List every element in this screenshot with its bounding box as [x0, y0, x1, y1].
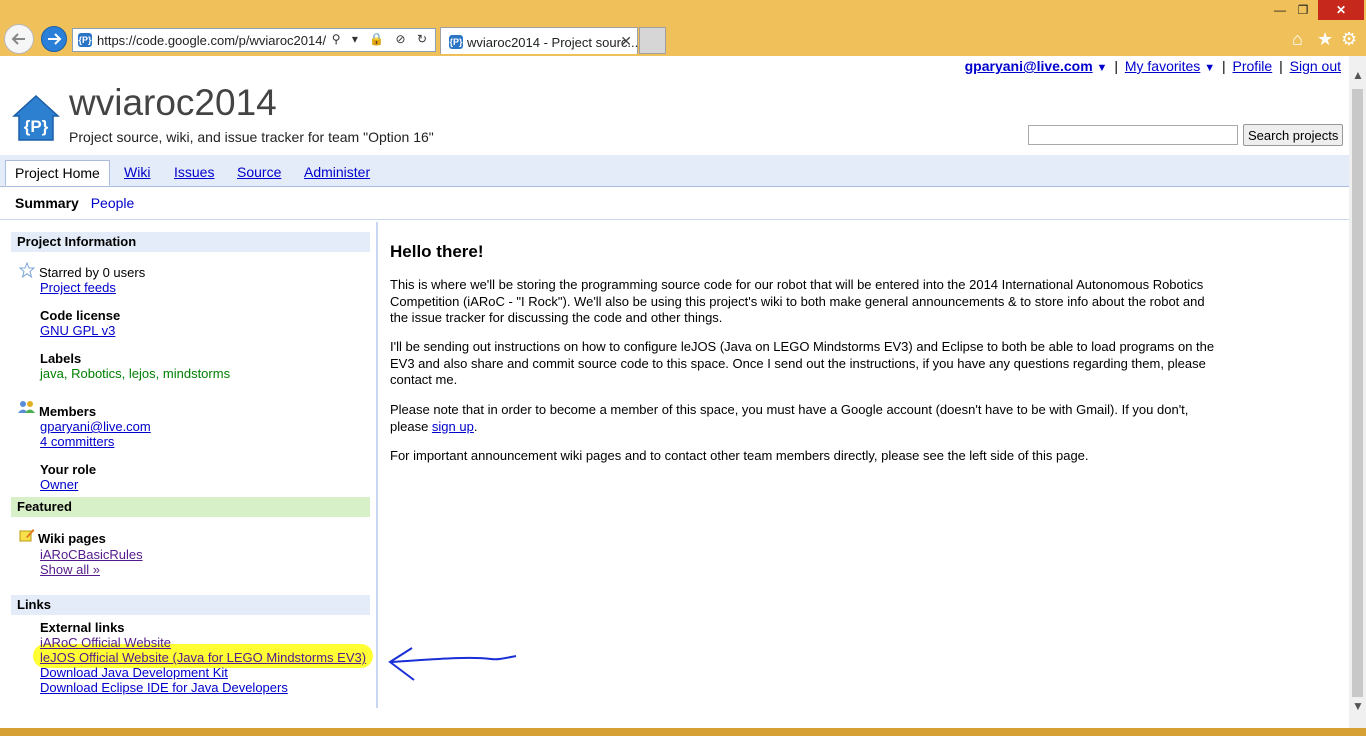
new-tab-button[interactable] — [639, 27, 666, 54]
membership-text: Please note that in order to become a me… — [390, 402, 1189, 434]
address-url[interactable]: https://code.google.com/p/wviaroc2014/ — [97, 33, 326, 48]
external-link-jdk[interactable]: Download Java Development Kit — [40, 665, 228, 680]
scrollbar-thumb[interactable] — [1352, 89, 1363, 697]
wiki-pencil-icon — [19, 529, 35, 542]
tab-project-home[interactable]: Project Home — [5, 160, 110, 186]
committers-link[interactable]: 4 committers — [40, 434, 114, 449]
labels-title: Labels — [40, 351, 82, 366]
wiki-pages-title: Wiki pages — [38, 531, 106, 546]
window-minimize-button[interactable]: — — [1270, 0, 1290, 20]
external-links-title: External links — [40, 620, 125, 635]
browser-tab-title: wviaroc2014 - Project sourc... — [467, 35, 639, 50]
featured-header: Featured — [11, 497, 370, 517]
project-summary: Project source, wiki, and issue tracker … — [69, 129, 434, 145]
browser-toolbar: {P} https://code.google.com/p/wviaroc201… — [0, 0, 1366, 56]
project-tab-bar: Project Home Wiki Issues Source Administ… — [0, 155, 1349, 187]
label-lejos[interactable]: lejos — [129, 366, 156, 381]
subnav-people[interactable]: People — [91, 195, 135, 211]
role-link[interactable]: Owner — [40, 477, 78, 492]
content-heading: Hello there! — [390, 242, 484, 261]
external-link-eclipse[interactable]: Download Eclipse IDE for Java Developers — [40, 680, 288, 695]
separator: | — [1279, 58, 1283, 74]
sign-out-link[interactable]: Sign out — [1290, 58, 1341, 74]
user-menu-caret-icon[interactable]: ▼ — [1097, 62, 1108, 74]
intro-paragraph: This is where we'll be storing the progr… — [390, 277, 1205, 325]
project-logo-icon[interactable]: {P} — [12, 94, 60, 142]
favorites-caret-icon[interactable]: ▼ — [1204, 62, 1215, 74]
tab-close-icon[interactable]: ✕ — [620, 33, 632, 50]
sidebar-divider — [376, 222, 378, 708]
star-outline-icon[interactable] — [19, 262, 35, 278]
starred-count: Starred by 0 users — [39, 265, 146, 280]
profile-link[interactable]: Profile — [1233, 58, 1273, 74]
your-role-title: Your role — [40, 462, 97, 477]
scroll-up-icon[interactable]: ▲ — [1352, 68, 1364, 82]
logo-text: {P} — [24, 117, 49, 136]
star-icon[interactable]: ★ — [1317, 29, 1333, 50]
page-scrollbar[interactable]: ▲ ▼ — [1349, 56, 1366, 728]
external-link-iaroc[interactable]: iARoC Official Website — [40, 635, 171, 650]
web-page: gparyani@live.com ▼ | My favorites ▼ | P… — [0, 56, 1349, 728]
back-arrow-icon — [11, 33, 25, 45]
browser-tab-active[interactable]: {P} wviaroc2014 - Project sourc... ✕ — [440, 27, 638, 54]
member-email-link[interactable]: gparyani@live.com — [40, 419, 151, 434]
search-projects-button[interactable]: Search projects — [1243, 124, 1344, 146]
sub-navigation: Summary People — [15, 195, 134, 211]
window-restore-button[interactable]: ❐ — [1293, 0, 1313, 20]
divider — [0, 219, 1349, 220]
members-title: Members — [39, 404, 97, 419]
tab-source[interactable]: Source — [237, 164, 281, 180]
wiki-page-link[interactable]: iARoCBasicRules — [40, 547, 143, 562]
user-email-link[interactable]: gparyani@live.com — [965, 58, 1093, 74]
address-bar[interactable]: {P} https://code.google.com/p/wviaroc201… — [72, 28, 436, 52]
label-separator: , — [155, 366, 163, 381]
membership-paragraph: Please note that in order to become a me… — [390, 402, 1226, 435]
address-tools-icons[interactable]: ⚲ ▾ 🔒 ⊘ ↻ — [332, 32, 431, 46]
window-close-button[interactable]: ✕ — [1318, 0, 1364, 20]
separator: | — [1221, 58, 1226, 74]
announcement-paragraph: For important announcement wiki pages an… — [390, 448, 1089, 463]
taskbar — [0, 728, 1366, 736]
project-information-header: Project Information — [11, 232, 370, 252]
tab-administer[interactable]: Administer — [304, 164, 370, 180]
tab-wiki[interactable]: Wiki — [124, 164, 150, 180]
membership-text-end: . — [473, 418, 478, 434]
scroll-down-icon[interactable]: ▼ — [1352, 699, 1364, 713]
label-java[interactable]: java — [40, 366, 64, 381]
user-bar: gparyani@live.com ▼ | My favorites ▼ | P… — [965, 58, 1341, 74]
project-feeds-link[interactable]: Project feeds — [40, 280, 116, 295]
code-license-title: Code license — [40, 308, 121, 323]
separator: | — [1114, 58, 1118, 74]
show-all-link[interactable]: Show all » — [40, 562, 100, 577]
project-name: wviaroc2014 — [69, 82, 277, 123]
site-favicon-icon: {P} — [78, 33, 92, 47]
members-icon — [18, 401, 35, 413]
labels-list: java, Robotics, lejos, mindstorms — [40, 366, 230, 381]
label-robotics[interactable]: Robotics — [71, 366, 122, 381]
search-projects-input[interactable] — [1028, 125, 1238, 145]
instructions-paragraph: I'll be sending out instructions on how … — [390, 339, 1215, 387]
home-icon[interactable]: ⌂ — [1292, 29, 1303, 50]
forward-button[interactable] — [41, 26, 67, 52]
my-favorites-link[interactable]: My favorites — [1125, 58, 1200, 74]
tab-favicon-icon: {P} — [449, 35, 463, 49]
gear-icon[interactable]: ⚙ — [1341, 29, 1357, 50]
license-link[interactable]: GNU GPL v3 — [40, 323, 115, 338]
subnav-summary[interactable]: Summary — [15, 195, 79, 211]
external-link-lejos[interactable]: leJOS Official Website (Java for LEGO Mi… — [40, 650, 366, 665]
label-separator: , — [121, 366, 129, 381]
forward-arrow-icon — [48, 33, 62, 45]
tab-issues[interactable]: Issues — [174, 164, 214, 180]
sign-up-link[interactable]: sign up — [432, 419, 474, 434]
links-header: Links — [11, 595, 370, 615]
annotation-arrow — [388, 647, 517, 681]
back-button[interactable] — [4, 24, 34, 54]
label-separator: , — [63, 366, 72, 381]
label-mindstorms[interactable]: mindstorms — [163, 366, 230, 381]
